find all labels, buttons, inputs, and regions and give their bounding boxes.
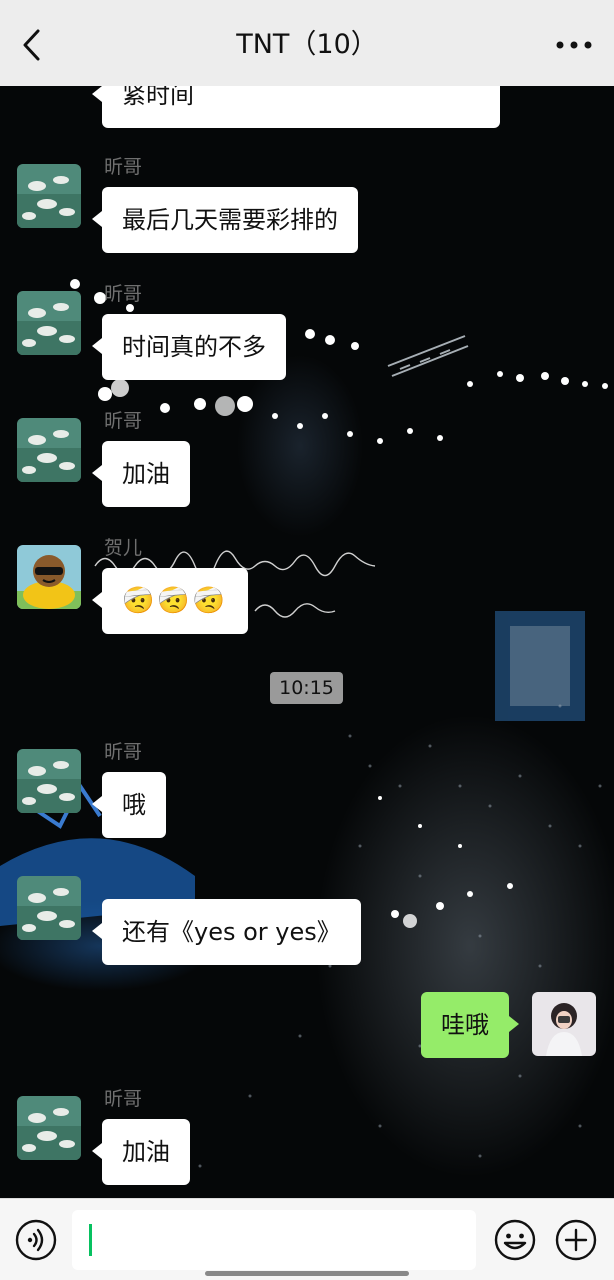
more-dots-icon	[556, 41, 592, 49]
message-bubble[interactable]: 还有《yes or yes》	[92, 899, 361, 965]
message-text: 加油	[122, 1138, 170, 1166]
voice-icon	[15, 1219, 57, 1261]
time-separator: 10:15	[270, 672, 343, 704]
ducks-avatar-image	[17, 291, 81, 355]
message-text: 还有《yes or yes》	[122, 918, 341, 946]
home-indicator	[205, 1271, 409, 1276]
message-text: 最后几天需要彩排的	[122, 206, 338, 234]
message-bubble[interactable]: 时间真的不多	[92, 314, 286, 380]
message-text: 时间真的不多	[122, 333, 266, 361]
avatar[interactable]	[17, 291, 81, 355]
text-caret	[89, 1224, 92, 1256]
own-avatar[interactable]	[532, 992, 596, 1056]
input-bar	[0, 1198, 614, 1280]
sender-name: 贺儿	[104, 537, 143, 559]
message-bubble[interactable]: 哦	[92, 772, 166, 838]
cartoon-avatar-image	[17, 545, 81, 609]
avatar[interactable]	[17, 749, 81, 813]
message-bubble[interactable]: 最后几天需要彩排的	[92, 187, 358, 253]
sender-name: 昕哥	[104, 283, 143, 305]
avatar[interactable]	[17, 418, 81, 482]
ducks-avatar-image	[17, 1096, 81, 1160]
emoji-button[interactable]	[493, 1218, 537, 1262]
avatar[interactable]	[17, 164, 81, 228]
message-bubble[interactable]: 🤕🤕🤕	[91, 568, 249, 634]
message-text: 哦	[122, 791, 146, 819]
chat-screen: TNT（10） 紧时间 昕哥 最后几天需要彩排的 昕哥 时间真的不多 昕哥 加油…	[0, 0, 614, 1280]
avatar[interactable]	[17, 1096, 81, 1160]
chat-header: TNT（10）	[0, 0, 614, 86]
ducks-avatar-image	[17, 876, 81, 940]
avatar[interactable]	[17, 876, 81, 940]
message-bubble[interactable]: 加油	[92, 441, 190, 507]
sender-name: 昕哥	[104, 156, 143, 178]
emoji-icon	[494, 1219, 536, 1261]
emoji-message-text: 🤕🤕🤕	[122, 586, 229, 616]
more-actions-button[interactable]	[554, 1218, 598, 1262]
chat-title: TNT（10）	[236, 29, 378, 60]
own-message-bubble[interactable]: 哇哦	[421, 992, 519, 1058]
girl-avatar-image	[532, 992, 596, 1056]
message-text: 加油	[122, 460, 170, 488]
voice-button[interactable]	[14, 1218, 58, 1262]
more-options-button[interactable]	[554, 30, 594, 60]
avatar[interactable]	[17, 545, 81, 609]
message-text: 哇哦	[441, 1011, 489, 1039]
message-bubble[interactable]: 加油	[92, 1119, 190, 1185]
ducks-avatar-image	[17, 418, 81, 482]
ducks-avatar-image	[17, 749, 81, 813]
plus-icon	[555, 1219, 597, 1261]
message-input[interactable]	[72, 1210, 476, 1270]
sender-name: 昕哥	[104, 1088, 143, 1110]
ducks-avatar-image	[17, 164, 81, 228]
sender-name: 昕哥	[104, 410, 143, 432]
sender-name: 昕哥	[104, 741, 143, 763]
